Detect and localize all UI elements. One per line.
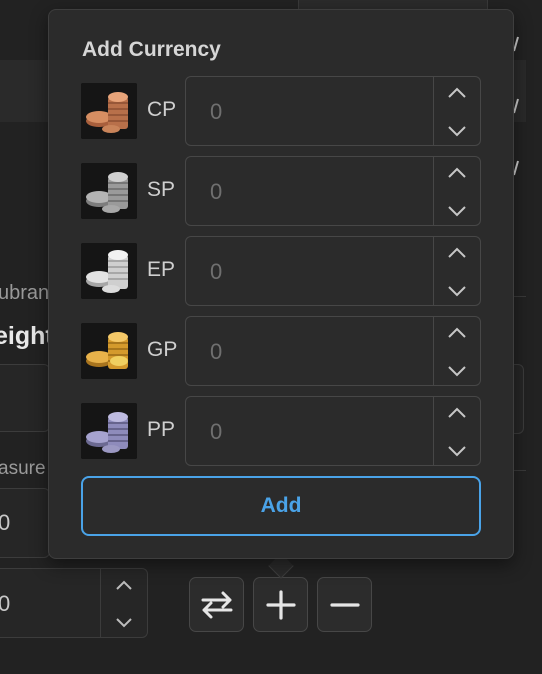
currency-row-pp: PP 0	[81, 396, 481, 466]
electrum-coins-icon	[81, 243, 137, 299]
cp-input-value: 0	[210, 99, 223, 124]
chevron-up-icon	[448, 87, 466, 98]
add-currency-button[interactable]	[253, 577, 308, 632]
quantity-stepper-value: 0	[0, 591, 11, 616]
transfer-button[interactable]	[189, 577, 244, 632]
background-value-text: 0	[0, 510, 11, 535]
stepper-divider	[433, 397, 434, 465]
gold-coins-icon	[81, 323, 137, 379]
ep-input[interactable]: 0	[185, 236, 481, 306]
background-weight-heading: eight	[0, 322, 54, 350]
currency-label: CP	[147, 98, 177, 121]
background-measure-label: asure	[0, 458, 46, 479]
cp-input[interactable]: 0	[185, 76, 481, 146]
currency-label: SP	[147, 178, 176, 201]
chevron-up-icon	[448, 327, 466, 338]
sp-input-value: 0	[210, 179, 223, 204]
gp-input[interactable]: 0	[185, 316, 481, 386]
platinum-coins-icon	[81, 403, 137, 459]
ep-input-value: 0	[210, 259, 223, 284]
remove-currency-button[interactable]	[317, 577, 372, 632]
currency-row-sp: SP 0	[81, 156, 481, 226]
cp-decrement[interactable]	[446, 119, 468, 141]
currency-label: PP	[147, 418, 176, 441]
minus-icon	[329, 602, 360, 607]
chevron-down-icon	[448, 206, 466, 217]
pp-input-value: 0	[210, 419, 223, 444]
ep-increment[interactable]	[446, 243, 468, 265]
gp-input-value: 0	[210, 339, 223, 364]
stepper-divider	[100, 569, 101, 637]
sp-input[interactable]: 0	[185, 156, 481, 226]
currency-row-cp: CP 0	[81, 76, 481, 146]
copper-coins-icon	[81, 83, 137, 139]
currency-row-ep: EP 0	[81, 236, 481, 306]
cp-increment[interactable]	[446, 83, 468, 105]
stepper-divider	[433, 77, 434, 145]
ep-decrement[interactable]	[446, 279, 468, 301]
chevron-down-icon	[448, 446, 466, 457]
stepper-divider	[433, 157, 434, 225]
silver-coins-icon	[81, 163, 137, 219]
pp-input[interactable]: 0	[185, 396, 481, 466]
add-currency-popover: Add Currency CP 0 SP 0 EP 0 GP 0 PP 0 Ad…	[48, 9, 514, 559]
background-field[interactable]	[0, 364, 50, 432]
chevron-up-icon[interactable]	[114, 576, 134, 596]
chevron-up-icon	[448, 167, 466, 178]
plus-icon	[265, 589, 296, 620]
background-label: ubran	[0, 282, 50, 304]
pp-increment[interactable]	[446, 403, 468, 425]
chevron-up-icon	[448, 247, 466, 258]
stepper-divider	[433, 317, 434, 385]
chevron-down-icon	[448, 286, 466, 297]
gp-increment[interactable]	[446, 323, 468, 345]
gp-decrement[interactable]	[446, 359, 468, 381]
currency-row-gp: GP 0	[81, 316, 481, 386]
currency-label: GP	[147, 338, 178, 361]
sp-increment[interactable]	[446, 163, 468, 185]
chevron-down-icon	[448, 126, 466, 137]
sp-decrement[interactable]	[446, 199, 468, 221]
currency-label: EP	[147, 258, 176, 281]
swap-arrows-icon	[201, 591, 232, 618]
pp-decrement[interactable]	[446, 439, 468, 461]
popover-title: Add Currency	[82, 38, 221, 61]
chevron-down-icon[interactable]	[114, 612, 134, 632]
add-button[interactable]: Add	[81, 476, 481, 536]
stepper-divider	[433, 237, 434, 305]
chevron-up-icon	[448, 407, 466, 418]
chevron-down-icon	[448, 366, 466, 377]
